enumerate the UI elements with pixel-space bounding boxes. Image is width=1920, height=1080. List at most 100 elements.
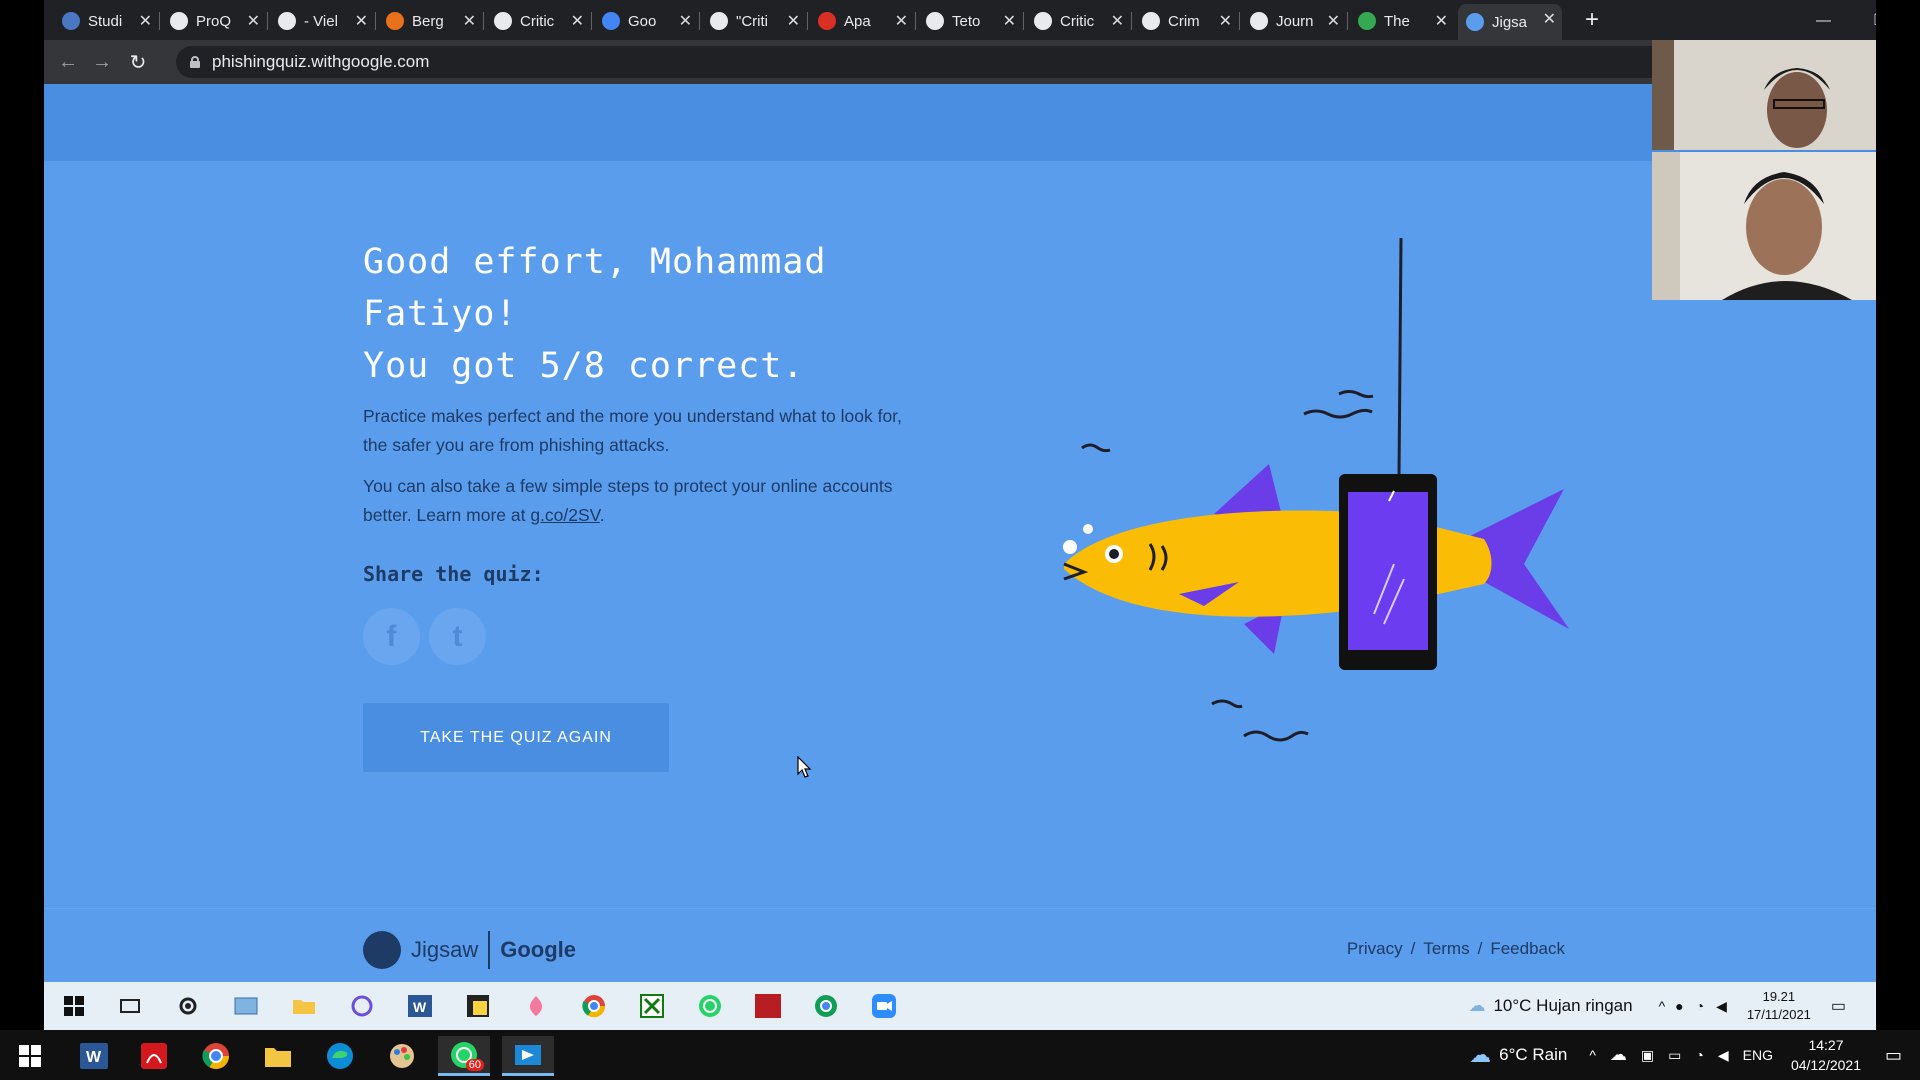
learn-more-link[interactable]: g.co/2SV [530,505,599,525]
restore-icon[interactable]: ❐ [1852,0,1876,40]
file-explorer-icon[interactable] [288,990,320,1022]
tab-close-icon[interactable]: ✕ [247,11,260,31]
cortana-icon[interactable] [346,990,378,1022]
minimize-icon[interactable]: — [1795,0,1852,40]
browser-tab[interactable]: Apa ✕ [810,6,914,36]
tab-title: Jigsa [1492,13,1528,31]
tab-title: Teto [952,12,981,30]
result-heading-line: Fatiyo! [363,294,518,334]
meet-icon[interactable]: ▣ [1641,1047,1654,1064]
browser-tab[interactable]: Berg ✕ [378,6,482,36]
participant-video-2 [1652,152,1876,300]
browser-tab[interactable]: Journ ✕ [1242,6,1346,36]
wikipedia-icon [1034,12,1052,30]
tab-title: "Criti [736,12,768,30]
browser-tab[interactable]: Jigsa ✕ [1458,4,1562,40]
tab-title: The [1384,12,1410,30]
whatsapp-taskbar-icon[interactable]: 60 [438,1036,490,1076]
word-icon[interactable]: W [404,990,436,1022]
weather-text[interactable]: 6°C Rain [1499,1045,1567,1065]
tab-close-icon[interactable]: ✕ [355,11,368,31]
browser-tab[interactable]: The ✕ [1350,6,1454,36]
file-explorer-taskbar-icon[interactable] [252,1036,304,1076]
taskbar-clock[interactable]: 14:27 04/12/2021 [1781,1035,1871,1075]
tab-close-icon[interactable]: ✕ [787,11,800,31]
control-panel-icon[interactable] [230,990,262,1022]
shared-system-tray: ☁ 10°C Hujan ringan ^ ● ◔ ◀ 19.21 17/11/… [1468,982,1876,1030]
tab-close-icon[interactable]: ✕ [1219,11,1232,31]
word-taskbar-icon[interactable]: W [68,1036,120,1076]
terms-link[interactable]: Terms [1423,939,1469,959]
practice-text: Practice makes perfect and the more you … [363,406,902,455]
start-button-icon[interactable] [4,1036,56,1076]
onedrive-icon[interactable]: ☁ [1610,1045,1627,1065]
student-icon [62,12,80,30]
browser-tab[interactable]: "Criti ✕ [702,6,806,36]
take-quiz-again-button[interactable]: TAKE THE QUIZ AGAIN [363,703,669,772]
browser-tab[interactable]: Goo ✕ [594,6,698,36]
forward-button[interactable]: → [88,48,116,76]
tray-chevron-icon[interactable]: ^ [1659,998,1666,1014]
browser-tab[interactable]: - Viel ✕ [270,6,374,36]
browser-tab[interactable]: Studi ✕ [54,6,158,36]
speaker-icon[interactable]: ◀ [1718,1047,1729,1064]
edge-icon[interactable] [314,1036,366,1076]
whatsapp-icon[interactable] [694,990,726,1022]
browser-tab[interactable]: Crim ✕ [1134,6,1238,36]
tab-close-icon[interactable]: ✕ [463,11,476,31]
twitter-share-button[interactable]: t [429,608,486,665]
wifi-tray-icon[interactable]: ◔ [1695,1047,1703,1063]
lock-icon [190,56,200,68]
facebook-share-button[interactable]: f [363,608,420,665]
mouse-cursor-icon [797,756,812,778]
browser-tab[interactable]: Critic ✕ [486,6,590,36]
task-view-icon[interactable] [114,990,146,1022]
action-center-icon[interactable]: ▭ [1885,1045,1902,1066]
acrobat-icon[interactable] [128,1036,180,1076]
tab-close-icon[interactable]: ✕ [679,11,692,31]
reload-button[interactable]: ↻ [124,48,152,76]
privacy-link[interactable]: Privacy [1347,939,1403,959]
tab-close-icon[interactable]: ✕ [895,11,908,31]
globe-icon [170,12,188,30]
twitter-icon: t [452,619,463,653]
browser-tab[interactable]: Critic ✕ [1026,6,1130,36]
address-bar[interactable]: phishingquiz.withgoogle.com [176,46,1876,78]
chrome-active-icon[interactable] [810,990,842,1022]
settings-gear-icon[interactable] [172,990,204,1022]
paint-3d-icon[interactable] [520,990,552,1022]
weather-cloud-icon: ☁ [1469,1042,1492,1067]
tab-close-icon[interactable]: ✕ [1111,11,1124,31]
notification-icon[interactable]: ▭ [1831,996,1846,1016]
xbox-icon[interactable] [636,990,668,1022]
browser-tab[interactable]: Teto ✕ [918,6,1022,36]
new-tab-button[interactable]: + [1578,6,1606,34]
paint-brush-icon[interactable] [376,1036,428,1076]
chrome-taskbar-icon[interactable] [190,1036,242,1076]
tab-close-icon[interactable]: ✕ [1435,11,1448,31]
remote-desktop-icon[interactable] [502,1036,554,1076]
back-button[interactable]: ← [54,48,82,76]
fish [1063,464,1569,654]
show-hidden-icons-chevron[interactable]: ^ [1589,1047,1596,1063]
bubble [1083,524,1093,534]
display-icon[interactable]: ▭ [1668,1047,1681,1064]
windows-start-icon[interactable] [58,990,90,1022]
red-app-icon[interactable] [752,990,784,1022]
zoom-icon[interactable] [868,990,900,1022]
tab-close-icon[interactable]: ✕ [139,11,152,31]
chrome-icon[interactable] [578,990,610,1022]
link-separator: / [1410,939,1416,958]
browser-tab[interactable]: ProQ ✕ [162,6,266,36]
tab-close-icon[interactable]: ✕ [1003,11,1016,31]
tab-close-icon[interactable]: ✕ [1327,11,1340,31]
shared-taskbar: W ☁ 10°C Hujan ringan ^ ● ◔ ◀ 19.21 17/1… [44,982,1876,1030]
tab-close-icon[interactable]: ✕ [1543,9,1556,29]
globe-icon [1250,12,1268,30]
circle-icon [818,12,836,30]
quiz-result-page: Good effort, Mohammad Fatiyo! You got 5/… [44,84,1876,1030]
sticky-notes-icon[interactable] [462,990,494,1022]
language-indicator[interactable]: ENG [1743,1047,1773,1063]
feedback-link[interactable]: Feedback [1490,939,1565,959]
tab-close-icon[interactable]: ✕ [571,11,584,31]
